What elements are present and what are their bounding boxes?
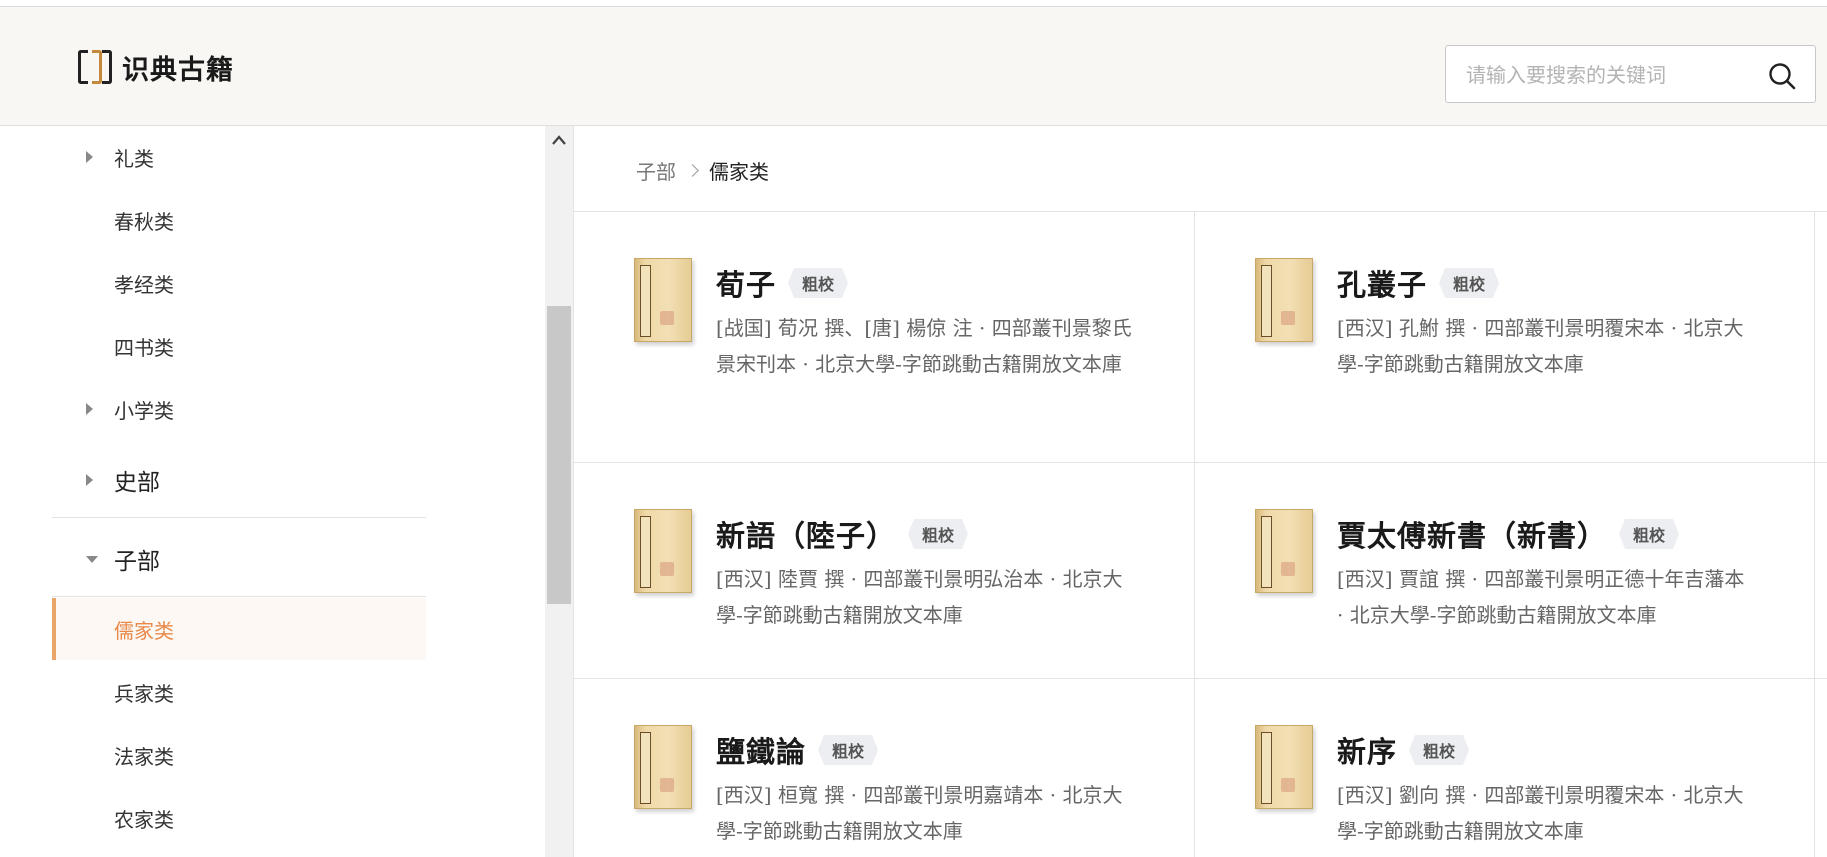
book-title[interactable]: 鹽鐵論 [716, 729, 806, 771]
proofread-badge: 粗校 [1619, 519, 1680, 549]
window-top-border [0, 0, 1827, 7]
sidebar-item-label: 农家类 [114, 807, 174, 832]
sidebar-item-label: 礼类 [114, 146, 154, 171]
sidebar-item-label: 法家类 [114, 744, 174, 769]
book-cover[interactable] [1255, 509, 1313, 593]
book-meta: [西汉] 孔鮒 撰 · 四部叢刊景明覆宋本 · 北京大學-字節跳動古籍開放文本庫 [1337, 316, 1744, 376]
breadcrumb-current: 儒家类 [709, 160, 769, 184]
sidebar-divider [52, 517, 426, 518]
book-cover[interactable] [634, 725, 692, 809]
book-card[interactable]: 鹽鐵論 粗校 [西汉] 桓寬 撰 · 四部叢刊景明嘉靖本 · 北京大學-字節跳動… [574, 679, 1194, 857]
book-cover[interactable] [1255, 725, 1313, 809]
sidebar-item-label: 小学类 [114, 398, 174, 423]
book-card[interactable]: 孔叢子 粗校 [西汉] 孔鮒 撰 · 四部叢刊景明覆宋本 · 北京大學-字節跳動… [1195, 212, 1815, 462]
proofread-badge: 粗校 [1409, 735, 1470, 765]
sidebar-divider [52, 596, 426, 597]
sidebar-item-rujia[interactable]: 儒家类 [52, 598, 426, 660]
book-cover[interactable] [634, 258, 692, 342]
caret-right-icon [86, 403, 93, 415]
book-meta: [西汉] 劉向 撰 · 四部叢刊景明覆宋本 · 北京大學-字節跳動古籍開放文本庫 [1337, 783, 1744, 843]
caret-right-icon [86, 151, 93, 163]
proofread-badge: 粗校 [818, 735, 879, 765]
proofread-badge: 粗校 [788, 268, 849, 298]
sidebar-item-li[interactable]: 礼类 [52, 126, 426, 188]
breadcrumb-parent[interactable]: 子部 [636, 156, 676, 185]
search-icon[interactable] [1767, 61, 1797, 91]
site-logo[interactable]: 识典古籍 [76, 47, 234, 87]
sidebar-item-label: 儒家类 [114, 618, 174, 643]
book-title[interactable]: 孔叢子 [1337, 262, 1427, 304]
search-input[interactable] [1466, 58, 1756, 92]
sidebar-item-label: 史部 [114, 470, 160, 496]
scrollbar-thumb[interactable] [547, 306, 571, 604]
book-card[interactable]: 新序 粗校 [西汉] 劉向 撰 · 四部叢刊景明覆宋本 · 北京大學-字節跳動古… [1195, 679, 1815, 857]
sidebar-item-label: 子部 [114, 549, 160, 575]
sidebar-item-fajia[interactable]: 法家类 [52, 724, 426, 786]
sidebar-item-label: 兵家类 [114, 681, 174, 706]
book-meta: [西汉] 陸賈 撰 · 四部叢刊景明弘治本 · 北京大學-字節跳動古籍開放文本庫 [716, 567, 1123, 627]
sidebar-item-zibu[interactable]: 子部 [52, 528, 426, 590]
book-card[interactable]: 賈太傅新書（新書） 粗校 [西汉] 賈誼 撰 · 四部叢刊景明正德十年吉藩本 ·… [1195, 463, 1815, 678]
book-title[interactable]: 賈太傅新書（新書） [1337, 513, 1607, 555]
sidebar-item-bingjia[interactable]: 兵家类 [52, 661, 426, 723]
chevron-up-icon [552, 135, 566, 145]
caret-right-icon [86, 474, 93, 486]
category-sidebar: 礼类 春秋类 孝经类 四书类 小学类 史部 子部 儒家类 兵家类 法家类 农家类 [0, 126, 545, 857]
proofread-badge: 粗校 [1439, 268, 1500, 298]
book-meta: [西汉] 賈誼 撰 · 四部叢刊景明正德十年吉藩本 · 北京大學-字節跳動古籍開… [1337, 567, 1745, 627]
sidebar-item-chunqiu[interactable]: 春秋类 [52, 189, 426, 251]
sidebar-item-sishu[interactable]: 四书类 [52, 315, 426, 377]
sidebar-item-xiaojing[interactable]: 孝经类 [52, 252, 426, 314]
sidebar-item-label: 孝经类 [114, 272, 174, 297]
book-card[interactable]: 荀子 粗校 [战国] 荀况 撰、[唐] 楊倞 注 · 四部叢刊景黎氏景宋刊本 ·… [574, 212, 1194, 462]
scroll-up-button[interactable] [545, 126, 573, 154]
logo-icon [76, 48, 116, 86]
breadcrumb: 子部 儒家类 [636, 156, 769, 185]
book-meta: [西汉] 桓寬 撰 · 四部叢刊景明嘉靖本 · 北京大學-字節跳動古籍開放文本庫 [716, 783, 1123, 843]
sidebar-scrollbar[interactable] [545, 126, 573, 857]
book-title[interactable]: 荀子 [716, 262, 776, 304]
book-cover[interactable] [1255, 258, 1313, 342]
sidebar-item-shibu[interactable]: 史部 [52, 449, 426, 511]
sidebar-item-label: 四书类 [114, 335, 174, 360]
book-cover[interactable] [634, 509, 692, 593]
sidebar-item-xiaoxue[interactable]: 小学类 [52, 378, 426, 440]
search-box[interactable] [1445, 45, 1816, 103]
book-meta: [战国] 荀况 撰、[唐] 楊倞 注 · 四部叢刊景黎氏景宋刊本 · 北京大學-… [716, 316, 1132, 376]
book-title[interactable]: 新語（陸子） [716, 513, 896, 555]
sidebar-item-label: 春秋类 [114, 209, 174, 234]
caret-down-icon [86, 555, 98, 563]
book-card[interactable]: 新語（陸子） 粗校 [西汉] 陸賈 撰 · 四部叢刊景明弘治本 · 北京大學-字… [574, 463, 1194, 678]
book-list-panel: 子部 儒家类 荀子 粗校 [战国] 荀况 撰、[唐] 楊倞 注 · 四部叢刊景黎… [573, 126, 1827, 857]
sidebar-item-nongjia[interactable]: 农家类 [52, 787, 426, 849]
logo-text: 识典古籍 [122, 54, 234, 86]
site-header: 识典古籍 [0, 7, 1827, 126]
chevron-right-icon [686, 164, 699, 177]
proofread-badge: 粗校 [908, 519, 969, 549]
book-title[interactable]: 新序 [1337, 729, 1397, 771]
